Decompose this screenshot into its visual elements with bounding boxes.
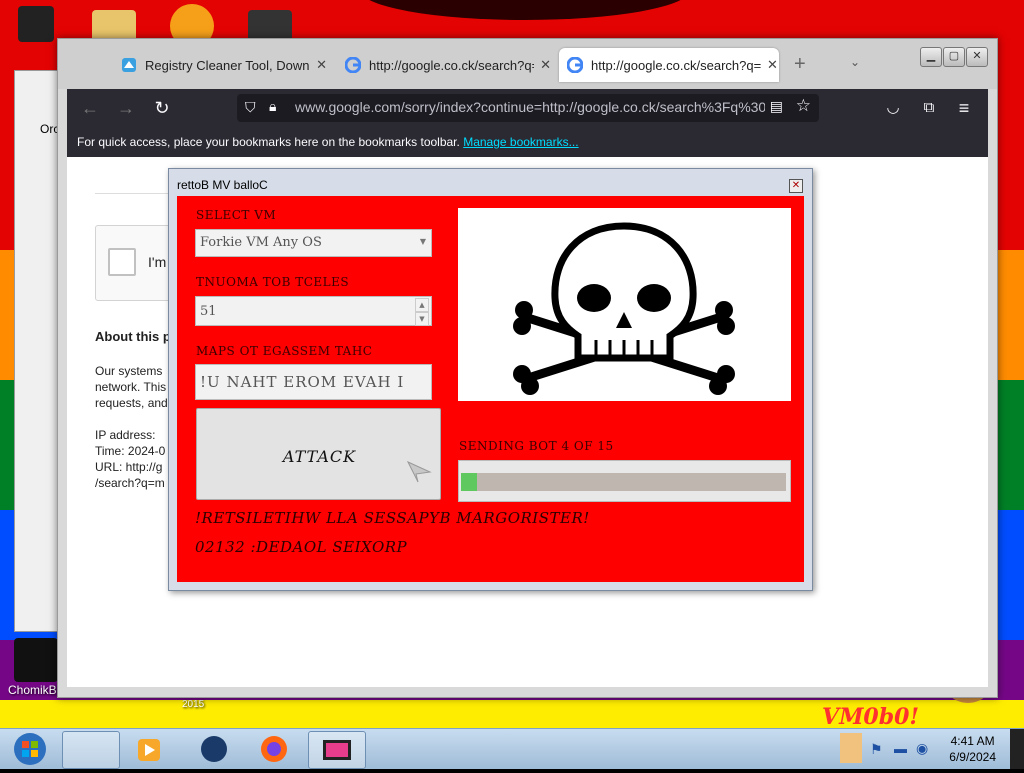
taskbar-explorer[interactable] xyxy=(62,731,120,769)
show-desktop-button[interactable] xyxy=(1010,729,1024,769)
google-favicon-icon xyxy=(566,56,584,74)
send-plane-icon xyxy=(406,458,432,489)
clock-date: 6/9/2024 xyxy=(949,750,996,764)
reader-view-icon[interactable]: ▤ xyxy=(770,98,783,115)
taskbar-firefox[interactable] xyxy=(246,731,302,767)
start-button[interactable] xyxy=(4,731,56,767)
back-arrow-icon[interactable]: ← xyxy=(79,97,101,119)
bookmarks-hint: For quick access, place your bookmarks h… xyxy=(77,135,579,149)
tab-close-icon[interactable]: ✕ xyxy=(316,57,327,73)
reload-icon[interactable]: ↻ xyxy=(151,97,173,119)
bot-amount-label: TNUOMA TOB TCELES xyxy=(196,275,350,289)
tray-app-icon[interactable] xyxy=(840,733,862,763)
progress-track xyxy=(465,473,786,491)
attack-button[interactable]: ATTACK xyxy=(196,408,441,500)
wallpaper-text: VM0b0! xyxy=(822,704,920,730)
taskbar-botter-app[interactable] xyxy=(308,731,366,769)
time-line: Time: 2024-0 xyxy=(95,444,166,458)
google-favicon-icon xyxy=(344,56,362,74)
extensions-icon[interactable]: ⧉ xyxy=(918,97,940,119)
para-line-2: network. This xyxy=(95,380,167,394)
captcha-checkbox[interactable] xyxy=(108,248,136,276)
para-line-3: requests, and xyxy=(95,396,168,410)
tray-network-icon[interactable]: ▬ xyxy=(894,741,907,756)
tab-google-search-1[interactable]: http://google.co.ck/search?q=i ✕ xyxy=(337,48,551,82)
new-tab-button[interactable]: + xyxy=(794,53,806,76)
tab-title: http://google.co.ck/search?q=i xyxy=(369,57,535,73)
menu-hamburger-icon[interactable]: ≡ xyxy=(953,97,975,119)
clock-time: 4:41 AM xyxy=(950,734,995,748)
tab-close-icon[interactable]: ✕ xyxy=(767,57,778,73)
tab-title: http://google.co.ck/search?q=i xyxy=(591,57,761,73)
sending-progress-bar xyxy=(458,460,791,502)
dialog-body: SELECT VM Forkie VM Any OS ▼ TNUOMA TOB … xyxy=(177,196,804,582)
chat-message-value: !U NAHT EROM EVAH I xyxy=(200,373,405,391)
select-vm-dropdown[interactable]: Forkie VM Any OS ▼ xyxy=(195,229,432,257)
registry-favicon-icon xyxy=(121,57,137,73)
desktop-icon-bin[interactable] xyxy=(18,6,54,42)
dialog-close-icon[interactable]: ✕ xyxy=(789,179,803,193)
taskbar-media-player[interactable] xyxy=(122,731,178,767)
spinner-down-icon[interactable]: ▼ xyxy=(415,312,429,326)
tab-registry-cleaner[interactable]: Registry Cleaner Tool, Downloa ✕ xyxy=(113,48,327,82)
tab-bar: Registry Cleaner Tool, Downloa ✕ http://… xyxy=(58,39,997,89)
lock-icon[interactable]: 🔒︎ xyxy=(269,98,276,115)
tab-list-chevron-icon[interactable]: ⌄ xyxy=(850,55,860,69)
forward-arrow-icon[interactable]: → xyxy=(115,97,137,119)
tab-google-search-2[interactable]: http://google.co.ck/search?q=i ✕ xyxy=(559,48,779,82)
tray-flag-icon[interactable]: ⚑ xyxy=(870,741,883,758)
captcha-label: I'm xyxy=(148,254,167,270)
skull-crossbones-image xyxy=(458,208,791,401)
url-line: URL: http://g xyxy=(95,460,163,474)
select-vm-value: Forkie VM Any OS xyxy=(200,235,322,250)
shield-icon[interactable]: ⛉ xyxy=(245,99,256,116)
chat-message-input[interactable]: !U NAHT EROM EVAH I xyxy=(195,364,432,400)
bookmark-star-icon[interactable]: ☆ xyxy=(796,96,811,116)
tab-title: Registry Cleaner Tool, Downloa xyxy=(145,57,311,73)
spinner-up-icon[interactable]: ▲ xyxy=(415,298,429,312)
tab-close-icon[interactable]: ✕ xyxy=(540,57,551,73)
desktop-label-2015: 2015 xyxy=(182,699,205,710)
close-window-button[interactable]: ✕ xyxy=(966,47,988,67)
bot-amount-spinner[interactable]: 51 ▲ ▼ xyxy=(195,296,432,326)
chat-message-label: MAPS OT EGASSEM TAHC xyxy=(196,344,373,358)
dialog-title: rettoB MV balloC xyxy=(177,178,268,192)
dropdown-arrow-icon: ▼ xyxy=(419,237,426,246)
colloab-vm-botter-dialog: rettoB MV balloC ✕ SELECT VM Forkie VM A… xyxy=(168,168,813,591)
tray-volume-icon[interactable]: ◉ xyxy=(916,740,928,757)
bot-amount-value: 51 xyxy=(200,304,217,319)
nav-toolbar: ← → ↻ ⛉ 🔒︎ www.google.com/sorry/index?co… xyxy=(67,89,988,127)
clock[interactable]: 4:41 AM 6/9/2024 xyxy=(949,733,996,765)
url-bar[interactable]: ⛉ 🔒︎ www.google.com/sorry/index?continue… xyxy=(237,94,819,122)
proxies-loaded-text: 02132 :DEDAOL SEIXORP xyxy=(195,538,408,556)
pocket-icon[interactable]: ◡ xyxy=(882,97,904,119)
tray-area: ⚑ ▬ ◉ xyxy=(840,729,940,769)
taskbar-app-globe[interactable] xyxy=(186,731,242,767)
desktop-icon-chomik-label: ChomikB xyxy=(8,683,57,697)
maximize-button[interactable]: ▢ xyxy=(943,47,965,67)
select-vm-label: SELECT VM xyxy=(196,208,277,222)
about-heading: About this p xyxy=(95,329,171,344)
url-line-2: /search?q=m xyxy=(95,476,165,490)
desktop-icon-chomik[interactable] xyxy=(14,638,58,682)
bookmarks-toolbar: For quick access, place your bookmarks h… xyxy=(67,127,988,157)
ip-line: IP address: xyxy=(95,428,156,442)
bypass-whitelist-text: !RETSILETIHW LLA SESSAPYB MARGORISTER! xyxy=(195,509,590,527)
url-text[interactable]: www.google.com/sorry/index?continue=http… xyxy=(295,99,765,115)
minimize-button[interactable]: ▁ xyxy=(920,47,942,67)
taskbar: ⚑ ▬ ◉ 4:41 AM 6/9/2024 xyxy=(0,728,1024,769)
manage-bookmarks-link[interactable]: Manage bookmarks... xyxy=(463,135,578,149)
sending-bot-label: SENDING BOT 4 OF 15 xyxy=(459,439,614,453)
progress-fill xyxy=(461,473,477,491)
background-window xyxy=(14,70,60,632)
para-line-1: Our systems xyxy=(95,364,163,378)
